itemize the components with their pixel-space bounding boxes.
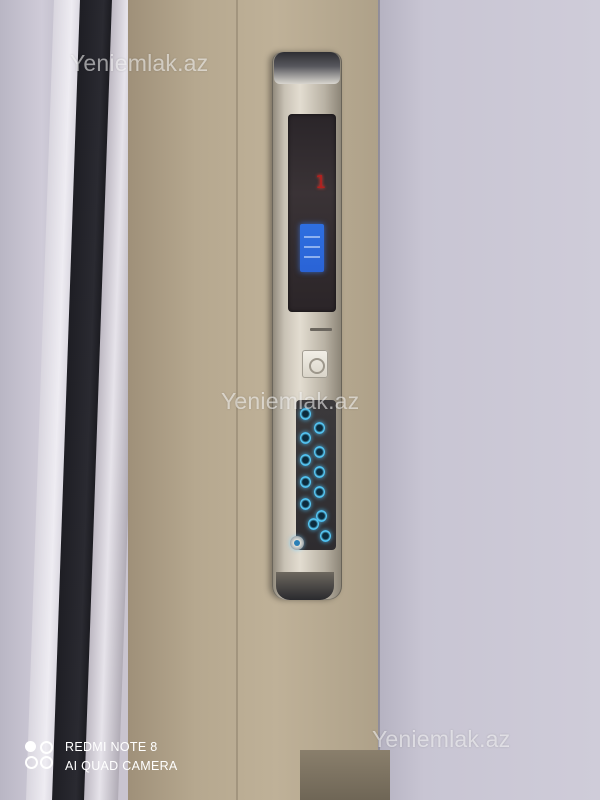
camera-model-label: REDMI NOTE 8	[65, 740, 158, 754]
floor-button[interactable]	[314, 486, 325, 498]
car-operating-panel: 1	[272, 52, 342, 600]
watermark-top: Yeniemlak.az	[70, 50, 209, 76]
quad-camera-logo-icon	[25, 740, 55, 770]
floor-button[interactable]	[300, 454, 311, 466]
camera-badge: REDMI NOTE 8 AI QUAD CAMERA	[25, 738, 225, 778]
card-reader-icon[interactable]	[302, 350, 328, 378]
floor-button[interactable]	[300, 498, 311, 510]
floor-button[interactable]	[314, 466, 325, 478]
manufacturer-mark	[310, 328, 332, 331]
floor-button[interactable]	[300, 476, 311, 488]
floor-button[interactable]	[308, 518, 319, 530]
watermark-bottom: Yeniemlak.az	[372, 726, 511, 752]
camera-badge-text: REDMI NOTE 8 AI QUAD CAMERA	[65, 738, 178, 776]
camera-type-label: AI QUAD CAMERA	[65, 759, 178, 773]
right-wall	[380, 0, 600, 800]
display-panel: 1	[288, 114, 336, 312]
floor-indicator: 1	[315, 172, 326, 193]
alarm-bell-icon[interactable]	[290, 536, 304, 550]
floor-button[interactable]	[320, 530, 331, 542]
cabin-floor	[300, 750, 390, 800]
floor-button[interactable]	[314, 446, 325, 458]
lcd-display-icon	[300, 224, 324, 272]
watermark-middle: Yeniemlak.az	[221, 388, 360, 414]
floor-button[interactable]	[300, 432, 311, 444]
panel-top-cap	[274, 52, 340, 84]
floor-button[interactable]	[314, 422, 325, 434]
panel-bottom-cap	[276, 572, 334, 600]
